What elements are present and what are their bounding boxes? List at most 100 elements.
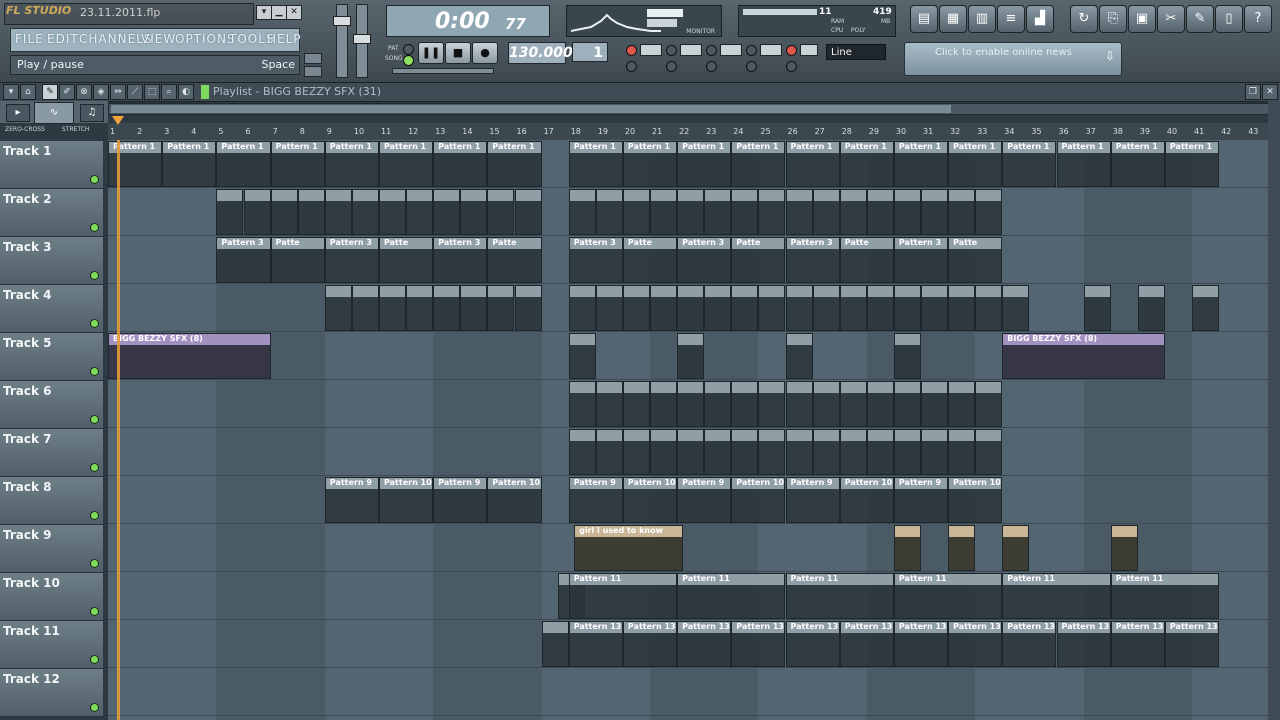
pattern-clip[interactable]: Pattern 11 bbox=[1002, 573, 1111, 619]
pattern-clip[interactable]: Pattern 1 bbox=[893, 141, 949, 187]
master-volume-knob[interactable] bbox=[333, 16, 351, 26]
pattern-clip[interactable] bbox=[812, 189, 840, 235]
pattern-clip[interactable] bbox=[487, 285, 515, 331]
pattern-clip[interactable]: Patte bbox=[839, 237, 894, 283]
pattern-number-display[interactable]: 1 bbox=[572, 42, 608, 62]
tab-pattern-icon[interactable]: ▸ bbox=[6, 104, 30, 122]
pattern-clip[interactable] bbox=[541, 621, 569, 667]
playlist-grid[interactable]: Pattern 1 Pattern 1 Pattern 1 Pattern 1 Patt… bbox=[108, 140, 1268, 720]
pattern-clip[interactable] bbox=[812, 429, 840, 475]
pattern-clip[interactable] bbox=[568, 429, 596, 475]
pattern-clip[interactable] bbox=[948, 429, 976, 475]
pattern-clip[interactable]: Pattern 1 bbox=[216, 141, 271, 187]
track-header[interactable]: Track 11 bbox=[0, 621, 103, 669]
track-enable-led[interactable] bbox=[90, 559, 99, 568]
pattern-clip[interactable] bbox=[568, 189, 596, 235]
pattern-clip[interactable] bbox=[270, 189, 298, 235]
undo-icon[interactable]: ↻ bbox=[1070, 5, 1098, 33]
tools-icon[interactable]: ✂ bbox=[1157, 5, 1185, 33]
track-enable-led[interactable] bbox=[90, 175, 99, 184]
loop-record-led[interactable] bbox=[706, 61, 717, 72]
audio-clip[interactable] bbox=[1110, 525, 1138, 571]
pattern-clip[interactable] bbox=[595, 429, 623, 475]
notes-icon[interactable]: ▯ bbox=[1215, 5, 1243, 33]
pattern-clip[interactable] bbox=[1137, 285, 1165, 331]
help-icon[interactable]: ? bbox=[1244, 5, 1272, 33]
pattern-clip[interactable] bbox=[839, 189, 867, 235]
scrollbar-thumb[interactable] bbox=[111, 105, 951, 113]
vertical-scrollbar[interactable] bbox=[1268, 101, 1280, 720]
pattern-clip[interactable] bbox=[460, 285, 488, 331]
pattern-clip[interactable] bbox=[1192, 285, 1220, 331]
online-news-box[interactable]: Click to enable online news ⇩ bbox=[904, 42, 1122, 76]
pattern-clip[interactable] bbox=[650, 285, 678, 331]
close-icon[interactable]: ✕ bbox=[286, 5, 302, 20]
track-enable-led[interactable] bbox=[90, 655, 99, 664]
audio-clip[interactable] bbox=[1002, 525, 1030, 571]
pattern-clip[interactable] bbox=[677, 381, 705, 427]
pattern-clip[interactable]: Pattern 1 bbox=[487, 141, 542, 187]
pattern-clip[interactable] bbox=[650, 429, 678, 475]
select-tool-icon[interactable]: ⬚ bbox=[144, 84, 160, 100]
timeline-ruler[interactable]: 1 2 3 4 5 6 7 8 9 10 11 12 13 14 15 16 17 18 19 20 21 22 23 24 2… bbox=[108, 123, 1268, 140]
pattern-clip[interactable] bbox=[866, 429, 894, 475]
pattern-clip[interactable] bbox=[324, 189, 352, 235]
monitor-panel[interactable]: MONITOR bbox=[566, 5, 722, 37]
pattern-clip[interactable] bbox=[595, 381, 623, 427]
pattern-clip[interactable]: Pattern 1 bbox=[1110, 141, 1165, 187]
pattern-clip[interactable]: Pattern 13 bbox=[1110, 621, 1165, 667]
pattern-clip[interactable]: Pattern 1 bbox=[731, 141, 786, 187]
pattern-clip[interactable]: Pattern 1 bbox=[379, 141, 434, 187]
pattern-clip[interactable] bbox=[921, 429, 949, 475]
track-header[interactable]: Track 7 bbox=[0, 429, 103, 477]
track-enable-led[interactable] bbox=[90, 271, 99, 280]
pause-button[interactable]: ❚❚ bbox=[418, 42, 444, 64]
pattern-clip[interactable] bbox=[948, 189, 976, 235]
pattern-clip[interactable] bbox=[893, 429, 921, 475]
browser-button[interactable]: ≡ bbox=[997, 5, 1025, 33]
pattern-clip[interactable]: Pattern 10 bbox=[839, 477, 894, 523]
tempo-display[interactable]: 130.000 bbox=[508, 42, 573, 64]
pattern-clip[interactable]: Pattern 1 bbox=[622, 141, 678, 187]
pattern-clip[interactable] bbox=[650, 189, 678, 235]
pattern-clip[interactable]: Pattern 13 bbox=[893, 621, 949, 667]
audio-clip[interactable] bbox=[948, 525, 976, 571]
pattern-clip[interactable]: Pattern 1 bbox=[1002, 141, 1057, 187]
pattern-clip[interactable]: Pattern 13 bbox=[1164, 621, 1220, 667]
pattern-clip[interactable]: Patte bbox=[622, 237, 678, 283]
menu-options[interactable]: OPTIONS bbox=[175, 32, 236, 46]
menu-view[interactable]: VIEW bbox=[141, 32, 176, 46]
minimize-icon[interactable]: ▁ bbox=[271, 5, 287, 20]
pattern-clip[interactable] bbox=[622, 285, 650, 331]
master-pitch-knob[interactable] bbox=[353, 34, 371, 44]
song-position-slider[interactable] bbox=[392, 68, 494, 74]
pattern-clip[interactable] bbox=[433, 189, 461, 235]
pattern-clip[interactable] bbox=[704, 429, 732, 475]
pattern-clip[interactable] bbox=[731, 381, 759, 427]
pattern-clip[interactable] bbox=[948, 381, 976, 427]
menu-edit[interactable]: EDIT bbox=[47, 32, 79, 46]
playhead-marker[interactable] bbox=[112, 116, 124, 125]
download-icon[interactable]: ⇩ bbox=[1105, 49, 1115, 63]
pattern-clip[interactable]: Pattern 1 bbox=[324, 141, 379, 187]
save-icon[interactable]: ⎘ bbox=[1099, 5, 1127, 33]
pattern-clip[interactable]: Pattern 9 bbox=[433, 477, 488, 523]
snap-select[interactable]: Line bbox=[826, 44, 886, 60]
track-header[interactable]: Track 8 bbox=[0, 477, 103, 525]
pattern-clip[interactable]: Pattern 11 bbox=[893, 573, 1003, 619]
countdown-icon[interactable] bbox=[680, 44, 702, 56]
pattern-clip[interactable]: Pattern 3 bbox=[216, 237, 271, 283]
audio-clip[interactable]: BIGG BEZZY SFX (8) bbox=[1002, 333, 1165, 379]
pattern-clip[interactable] bbox=[893, 381, 921, 427]
track-header[interactable]: Track 5 bbox=[0, 333, 103, 381]
pattern-clip[interactable]: Patte bbox=[270, 237, 325, 283]
track-header[interactable]: Track 9 bbox=[0, 525, 103, 573]
pattern-clip[interactable] bbox=[650, 381, 678, 427]
pattern-clip[interactable] bbox=[921, 285, 949, 331]
pattern-clip[interactable] bbox=[568, 333, 596, 379]
pattern-clip[interactable] bbox=[921, 189, 949, 235]
zoom-tool-icon[interactable]: ⌕ bbox=[161, 84, 177, 100]
pattern-clip[interactable] bbox=[622, 189, 650, 235]
pattern-clip[interactable] bbox=[595, 189, 623, 235]
maximize-icon[interactable]: ❐ bbox=[1245, 84, 1261, 100]
